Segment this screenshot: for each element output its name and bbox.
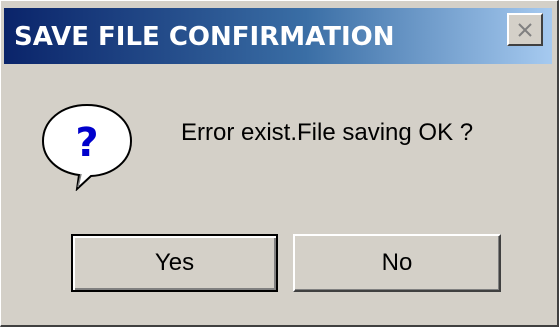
question-glyph: ? bbox=[75, 120, 98, 166]
save-file-confirmation-dialog: SAVE FILE CONFIRMATION ? Error exist.Fil… bbox=[0, 0, 559, 327]
window-title: SAVE FILE CONFIRMATION bbox=[14, 22, 395, 52]
title-bar[interactable]: SAVE FILE CONFIRMATION bbox=[4, 8, 552, 64]
close-icon bbox=[518, 23, 532, 37]
confirmation-message: Error exist.File saving OK ? bbox=[181, 119, 474, 146]
question-icon: ? bbox=[41, 103, 133, 191]
no-button-label: No bbox=[381, 249, 413, 276]
no-button[interactable]: No bbox=[293, 234, 501, 292]
yes-button[interactable]: Yes bbox=[71, 234, 278, 292]
close-button[interactable] bbox=[507, 13, 543, 46]
yes-button-label: Yes bbox=[154, 249, 195, 276]
